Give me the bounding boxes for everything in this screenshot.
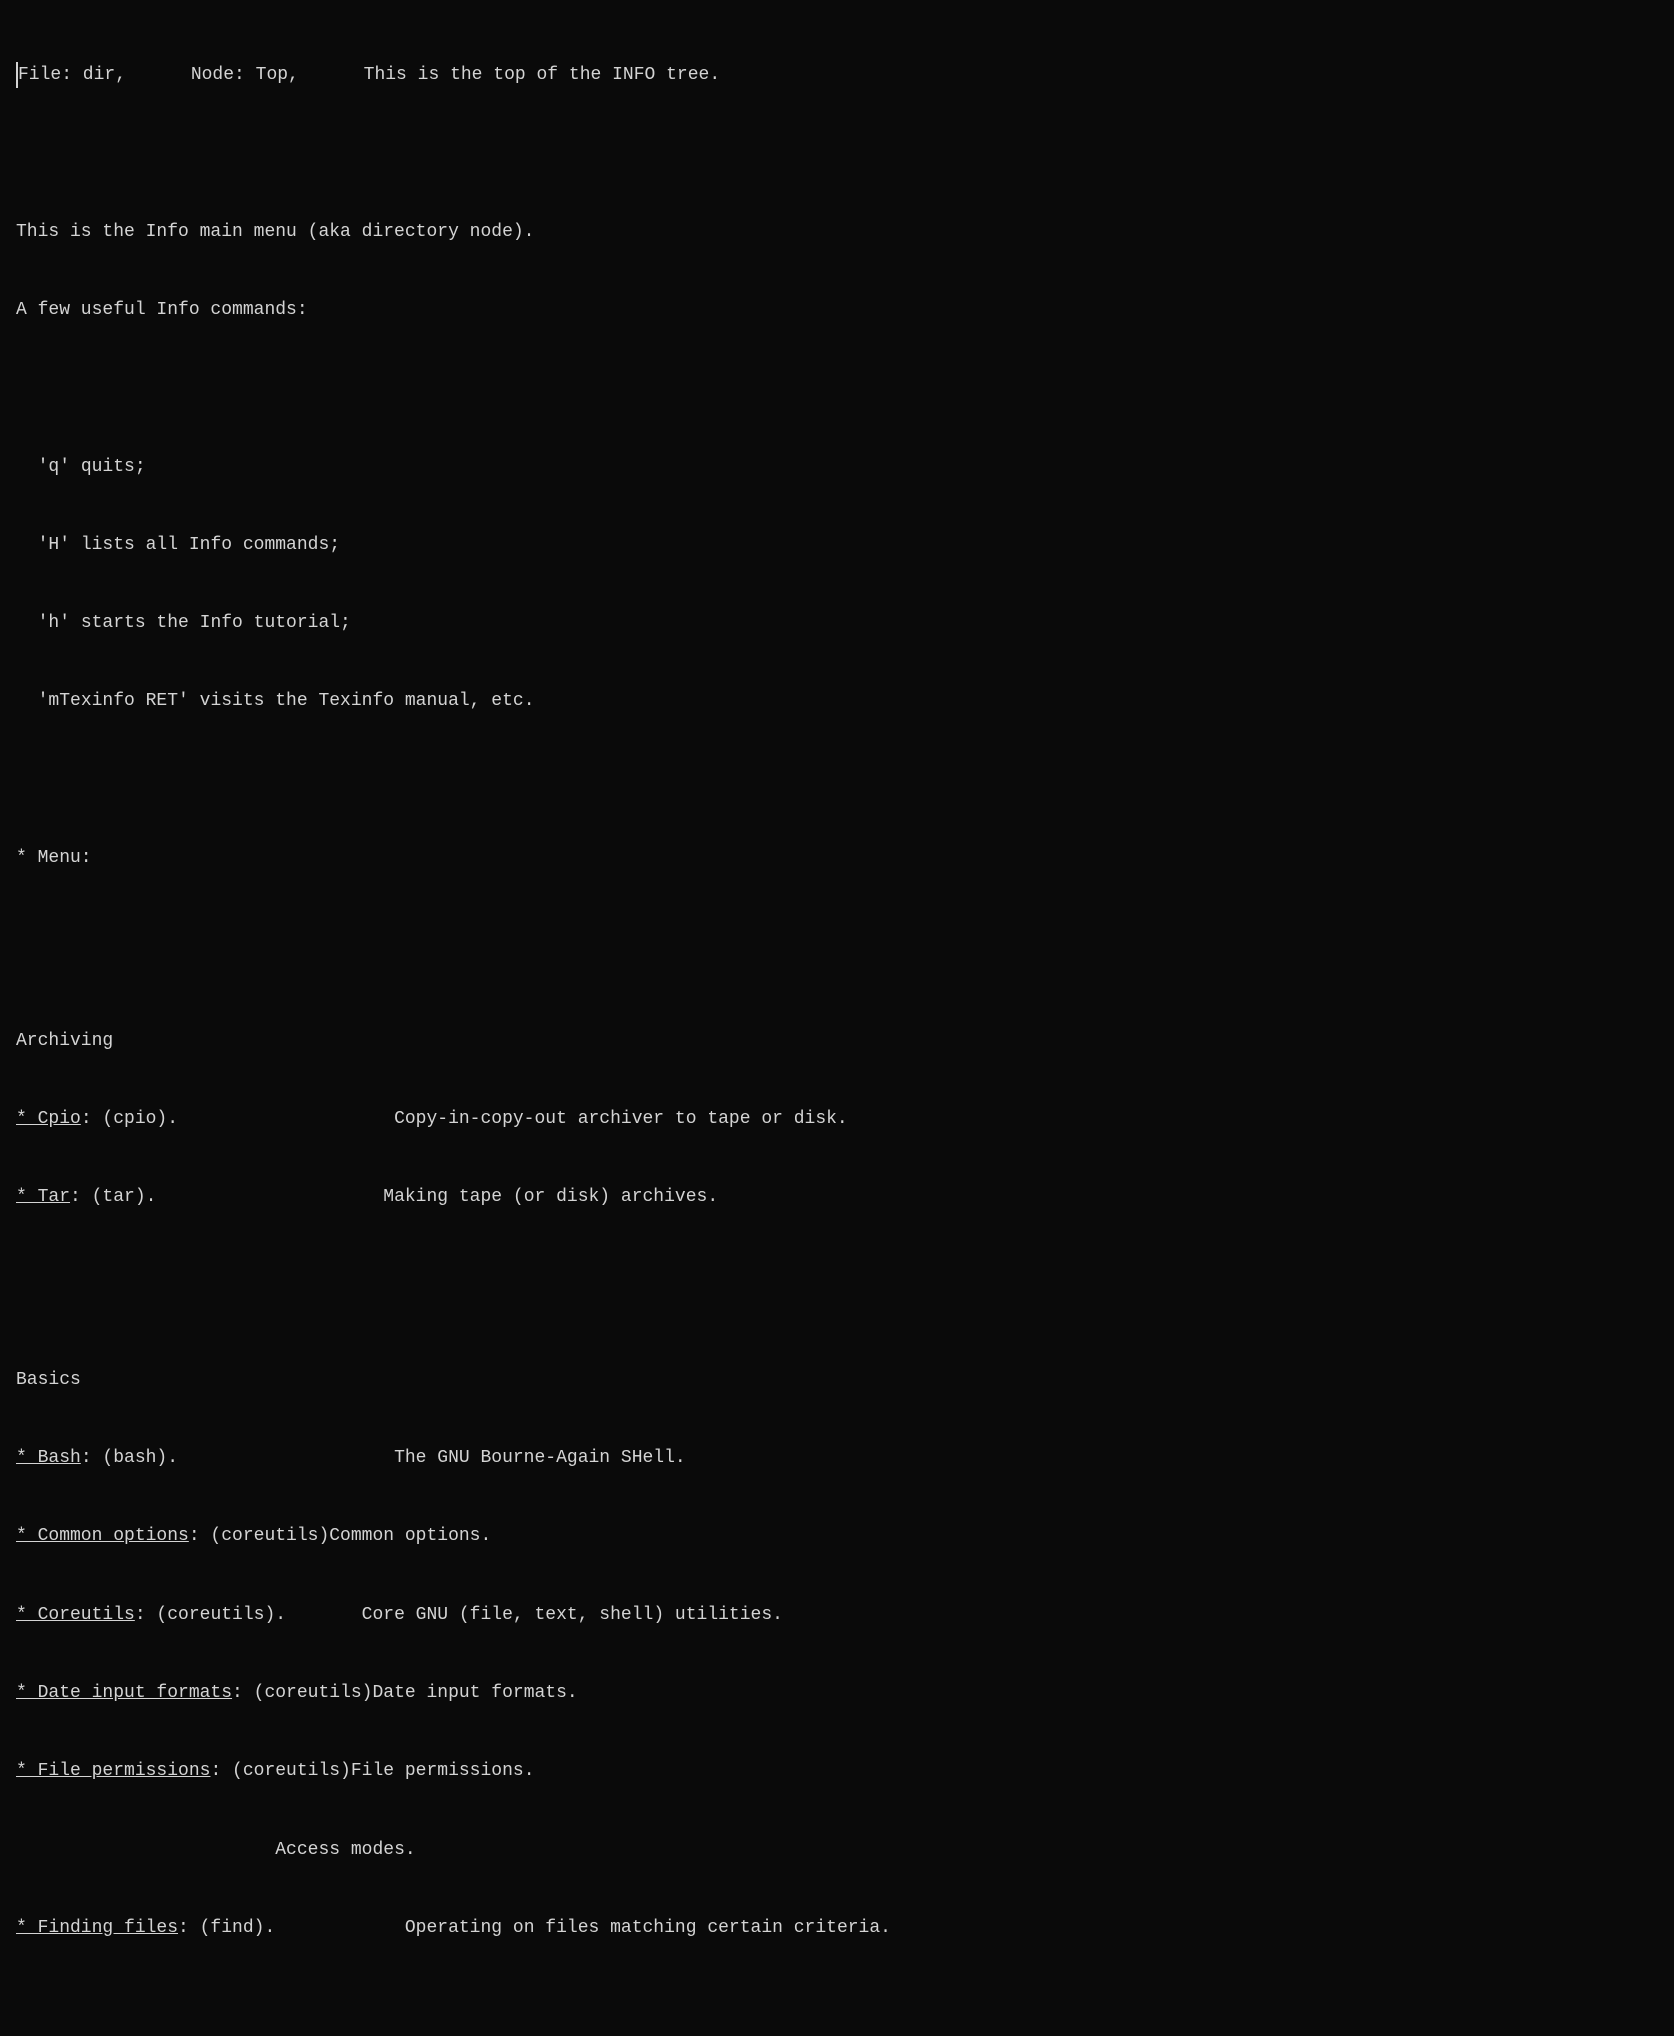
menu-item-finding-files: * Finding files: (find). Operating on fi… bbox=[16, 1915, 1658, 1941]
menu-item-date-input: * Date input formats: (coreutils)Date in… bbox=[16, 1680, 1658, 1706]
link-file-permissions[interactable]: * File permissions bbox=[16, 1761, 210, 1781]
link-coreutils[interactable]: * Coreutils bbox=[16, 1605, 135, 1625]
blank-line-6 bbox=[16, 1993, 1658, 2019]
blank-line-5 bbox=[16, 1263, 1658, 1289]
intro-line-1: This is the Info main menu (aka director… bbox=[16, 219, 1658, 245]
link-cpio[interactable]: * Cpio bbox=[16, 1109, 81, 1129]
menu-label: * Menu: bbox=[16, 845, 1658, 871]
blank-line-2 bbox=[16, 375, 1658, 401]
blank-line-1 bbox=[16, 140, 1658, 166]
link-common-options[interactable]: * Common options bbox=[16, 1526, 189, 1546]
menu-item-coreutils: * Coreutils: (coreutils). Core GNU (file… bbox=[16, 1602, 1658, 1628]
command-2: 'H' lists all Info commands; bbox=[16, 532, 1658, 558]
blank-line-4 bbox=[16, 923, 1658, 949]
section-basics: Basics bbox=[16, 1367, 1658, 1393]
command-4: 'mTexinfo RET' visits the Texinfo manual… bbox=[16, 688, 1658, 714]
blank-line-3 bbox=[16, 767, 1658, 793]
menu-item-file-permissions: * File permissions: (coreutils)File perm… bbox=[16, 1758, 1658, 1784]
link-bash[interactable]: * Bash bbox=[16, 1448, 81, 1468]
menu-item-tar: * Tar: (tar). Making tape (or disk) arch… bbox=[16, 1184, 1658, 1210]
section-archiving: Archiving bbox=[16, 1028, 1658, 1054]
link-tar[interactable]: * Tar bbox=[16, 1187, 70, 1207]
access-modes-line: Access modes. bbox=[16, 1837, 1658, 1863]
terminal-window: File: dir, Node: Top, This is the top of… bbox=[16, 10, 1658, 2036]
link-date-input[interactable]: * Date input formats bbox=[16, 1683, 232, 1703]
header-line: File: dir, Node: Top, This is the top of… bbox=[16, 62, 1658, 88]
command-3: 'h' starts the Info tutorial; bbox=[16, 610, 1658, 636]
link-finding-files[interactable]: * Finding files bbox=[16, 1918, 178, 1938]
menu-item-cpio: * Cpio: (cpio). Copy-in-copy-out archive… bbox=[16, 1106, 1658, 1132]
menu-item-bash: * Bash: (bash). The GNU Bourne-Again SHe… bbox=[16, 1445, 1658, 1471]
menu-item-common-options: * Common options: (coreutils)Common opti… bbox=[16, 1523, 1658, 1549]
command-1: 'q' quits; bbox=[16, 454, 1658, 480]
intro-line-2: A few useful Info commands: bbox=[16, 297, 1658, 323]
